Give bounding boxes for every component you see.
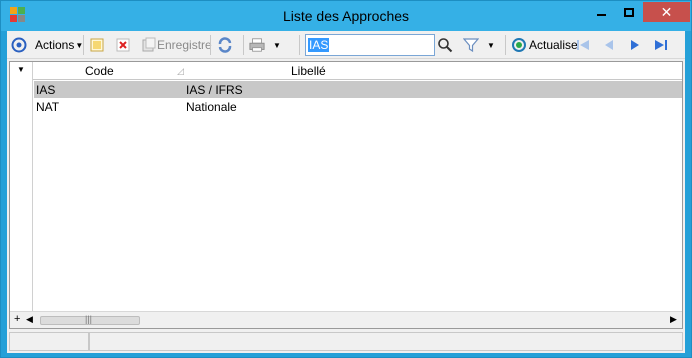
print-dropdown-icon[interactable]: ▼ xyxy=(273,41,281,50)
toolbar-separator xyxy=(243,35,244,55)
search-input-value: IAS xyxy=(308,38,330,52)
refresh-icon xyxy=(512,38,526,52)
filter-dropdown-icon[interactable]: ▼ xyxy=(487,41,495,50)
delete-icon xyxy=(116,38,130,52)
expand-plus-icon[interactable]: + xyxy=(14,313,20,325)
toolbar: Actions ▼ Enregistre ▼ IAS ▼ Actualise xyxy=(7,31,685,59)
approaches-grid: ▼ Code ◿ Libellé IAS IAS / IFRS NAT Nati… xyxy=(9,61,683,329)
funnel-icon xyxy=(463,38,479,53)
maximize-icon xyxy=(624,7,634,17)
search-button[interactable] xyxy=(437,35,453,55)
actions-menu-button[interactable]: Actions ▼ xyxy=(35,35,83,55)
minimize-button[interactable] xyxy=(587,2,615,22)
cell-label: Nationale xyxy=(186,100,237,114)
toolbar-separator xyxy=(505,35,506,55)
close-button[interactable]: ✕ xyxy=(643,2,690,22)
last-record-button[interactable] xyxy=(653,35,669,55)
toolbar-separator xyxy=(83,35,84,55)
print-button[interactable]: ▼ xyxy=(249,35,281,55)
previous-icon xyxy=(605,40,613,50)
new-button[interactable] xyxy=(89,35,105,55)
filter-button[interactable]: ▼ xyxy=(463,35,495,55)
minimize-icon xyxy=(596,14,606,16)
next-record-button[interactable] xyxy=(627,35,643,55)
cell-code: NAT xyxy=(36,100,60,114)
column-header-label[interactable]: Libellé xyxy=(291,64,326,78)
status-panel xyxy=(9,332,89,351)
title-bar: Liste des Approches ✕ xyxy=(1,1,691,31)
sync-button[interactable] xyxy=(217,35,233,55)
delete-button[interactable] xyxy=(115,35,131,55)
app-window: Liste des Approches ✕ Actions ▼ Enregist… xyxy=(0,0,692,358)
table-row[interactable]: NAT Nationale xyxy=(34,98,682,115)
status-panel xyxy=(89,332,683,351)
sync-icon xyxy=(218,37,232,53)
first-record-button[interactable] xyxy=(575,35,591,55)
actions-label: Actions xyxy=(35,38,75,52)
grip-icon: ||| xyxy=(85,314,93,324)
first-icon xyxy=(577,40,589,50)
scroll-right-icon[interactable]: ▶ xyxy=(670,314,677,325)
scrollbar-thumb[interactable]: ||| xyxy=(40,314,140,325)
column-chooser-icon[interactable]: ▼ xyxy=(17,65,25,74)
new-document-icon xyxy=(90,38,104,52)
search-input[interactable]: IAS xyxy=(305,34,435,56)
printer-icon xyxy=(249,38,265,52)
maximize-button[interactable] xyxy=(615,2,643,22)
toolbar-separator xyxy=(210,35,211,55)
save-label: Enregistre xyxy=(157,38,212,52)
window-client-area: Actions ▼ Enregistre ▼ IAS ▼ Actualise ▼… xyxy=(7,31,685,353)
magnifier-icon xyxy=(438,38,453,53)
save-icon xyxy=(142,37,156,52)
row-selector-gutter: ▼ xyxy=(10,62,33,328)
sort-ascending-icon: ◿ xyxy=(177,66,184,76)
horizontal-scrollbar[interactable]: + ◀ ||| ▶ xyxy=(10,311,682,328)
column-header-code[interactable]: Code xyxy=(85,64,114,78)
next-icon xyxy=(631,40,639,50)
previous-record-button[interactable] xyxy=(601,35,617,55)
toolbar-separator xyxy=(299,35,300,55)
refresh-button[interactable]: Actualise xyxy=(511,35,578,55)
cell-code: IAS xyxy=(36,83,56,97)
status-bar xyxy=(9,332,683,351)
table-row[interactable]: IAS IAS / IFRS xyxy=(34,81,682,98)
target-icon xyxy=(11,37,27,53)
record-button[interactable] xyxy=(11,35,27,55)
close-icon: ✕ xyxy=(660,3,673,20)
refresh-label: Actualise xyxy=(529,38,578,52)
save-button[interactable]: Enregistre xyxy=(141,35,212,55)
grid-header: Code ◿ Libellé xyxy=(33,62,682,80)
scroll-left-icon[interactable]: ◀ xyxy=(26,314,33,325)
cell-label: IAS / IFRS xyxy=(186,83,243,97)
last-icon xyxy=(655,40,667,50)
